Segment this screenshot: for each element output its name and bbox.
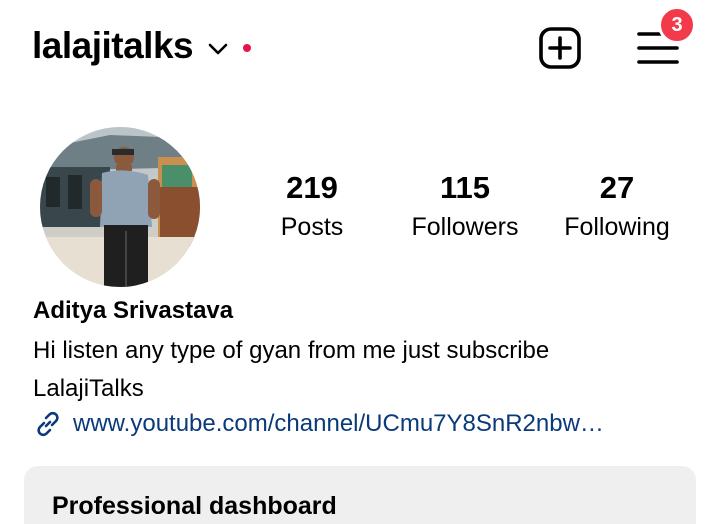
full-name: Aditya Srivastava (33, 297, 234, 324)
professional-dashboard-card[interactable]: Professional dashboard (24, 466, 696, 524)
profile-header: lalajitalks 3 (32, 6, 719, 78)
username: lalajitalks (32, 25, 194, 66)
posts-count: 219 (286, 170, 338, 205)
stat-followers[interactable]: 115 Followers (400, 170, 530, 244)
create-button[interactable] (538, 26, 582, 70)
stat-posts[interactable]: 219 Posts (262, 170, 362, 244)
posts-label: Posts (280, 213, 344, 241)
add-square-icon (539, 27, 581, 69)
link-url: www.youtube.com/channel/UCmu7Y8SnR2nbw… (73, 410, 604, 437)
profile-link[interactable]: www.youtube.com/channel/UCmu7Y8SnR2nbw… (33, 408, 604, 440)
followers-label: Followers (411, 213, 519, 241)
chevron-down-icon (207, 38, 229, 60)
stat-following[interactable]: 27 Following (552, 170, 682, 244)
status-dot (243, 44, 252, 52)
profile-page: lalajitalks 3 219 Posts 115 Followers 27… (0, 0, 719, 524)
followers-count: 115 (439, 170, 490, 205)
account-switcher[interactable]: lalajitalks (32, 24, 252, 68)
notification-badge: 3 (658, 6, 696, 44)
link-icon (33, 409, 63, 439)
bio-line: LalajiTalks (33, 375, 144, 402)
following-label: Following (564, 213, 670, 241)
profile-photo (40, 127, 200, 287)
following-count: 27 (599, 170, 635, 205)
dashboard-title: Professional dashboard (52, 492, 337, 520)
bio-line: Hi listen any type of gyan from me just … (33, 337, 550, 364)
avatar[interactable] (40, 127, 200, 287)
bio: Hi listen any type of gyan from me just … (33, 332, 673, 408)
